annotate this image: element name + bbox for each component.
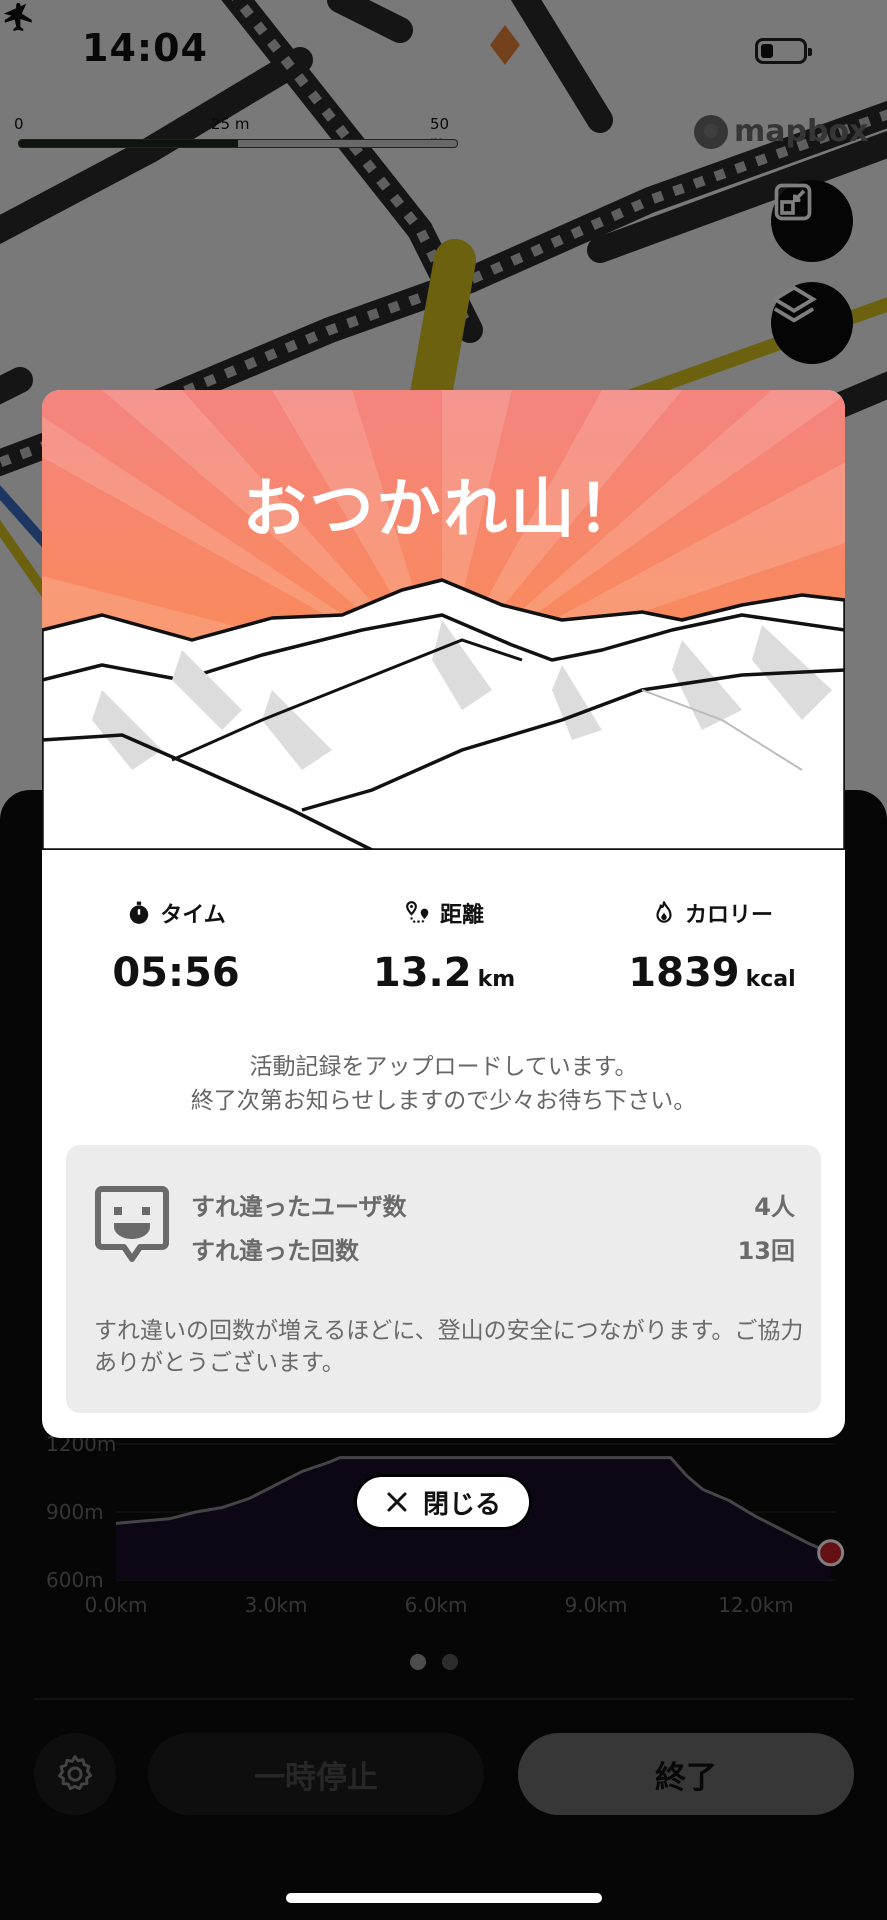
encounter-users-label: すれ違ったユーザ数 [191, 1193, 407, 1221]
encounter-count-row: すれ違った回数 13回 [191, 1231, 795, 1266]
smiley-badge-icon [95, 1186, 169, 1262]
encounter-users-row: すれ違ったユーザ数 4人 [191, 1187, 795, 1222]
home-indicator [286, 1893, 602, 1903]
close-button-label: 閉じる [422, 1489, 501, 1520]
flame-icon [656, 901, 672, 923]
stopwatch-icon [130, 901, 149, 924]
encounter-note: すれ違いの回数が増えるほどに、登山の安全につながります。ご協力ありがとうございま… [94, 1318, 804, 1376]
completion-modal: おつかれ山！ タイム 05:56 距離 13.2 km カロリー 1839 kc… [42, 390, 845, 1438]
encounter-panel: すれ違ったユーザ数 4人 すれ違った回数 13回 すれ違いの回数が増えるほどに、… [66, 1145, 821, 1413]
upload-message-line2: 終了次第お知らせしますので少々お待ち下さい。 [190, 1088, 697, 1114]
activity-stats: タイム 05:56 距離 13.2 km カロリー 1839 kcal [42, 898, 845, 1008]
upload-message: 活動記録をアップロードしています。 終了次第お知らせしますので少々お待ち下さい。 [42, 1050, 845, 1118]
stat-distance-unit: km [477, 967, 516, 992]
encounter-count-value: 13回 [737, 1237, 795, 1265]
upload-message-line1: 活動記録をアップロードしています。 [249, 1054, 638, 1080]
encounter-count-label: すれ違った回数 [191, 1237, 359, 1265]
route-pin-icon [406, 901, 429, 923]
encounter-users-value: 4人 [754, 1193, 795, 1221]
stat-calories-value: 1839 [628, 950, 740, 996]
stat-time-value: 05:56 [112, 950, 240, 996]
stat-calories-label: カロリー [684, 903, 773, 928]
close-icon [387, 1492, 407, 1512]
stat-calories-unit: kcal [745, 967, 796, 992]
stat-time-label: タイム [160, 903, 226, 928]
stat-distance-label: 距離 [439, 903, 484, 928]
close-button[interactable]: 閉じる [354, 1474, 532, 1530]
stat-time: タイム 05:56 [42, 898, 310, 996]
modal-title: おつかれ山！ [242, 473, 645, 547]
stat-calories: カロリー 1839 kcal [578, 898, 845, 996]
stat-distance-value: 13.2 [372, 950, 472, 996]
app-screen: 14:04 0 25 m 50 m mapbox [0, 0, 887, 1920]
stat-distance: 距離 13.2 km [310, 898, 578, 996]
